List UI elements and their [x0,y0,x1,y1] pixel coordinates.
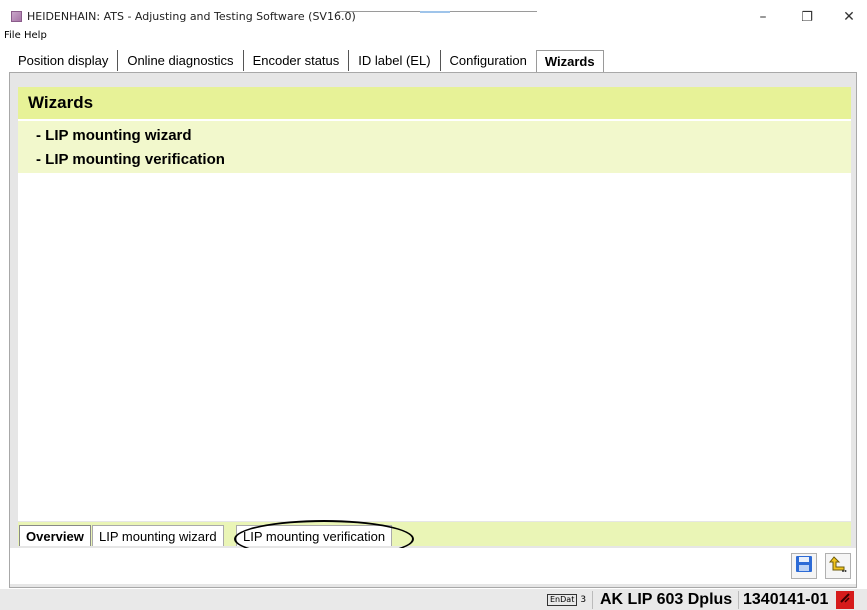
id-number: 1340141-01 [743,590,829,608]
close-button[interactable]: ✕ [829,4,867,30]
status-indicator-icon [838,591,852,610]
save-button[interactable] [791,553,817,579]
status-divider [592,591,593,609]
encoder-name: AK LIP 603 Dplus [600,590,733,608]
title-highlight [420,11,450,13]
tab-configuration[interactable]: Configuration [441,50,536,71]
lip-mounting-verification-link[interactable]: - LIP mounting verification [36,151,225,168]
connection-status-indicator [836,591,854,609]
main-tab-bar: Position display Online diagnostics Enco… [9,50,604,72]
status-bar [0,589,867,610]
tab-online-diagnostics[interactable]: Online diagnostics [118,50,244,71]
menu-help[interactable]: Help [24,30,47,41]
tab-wizards[interactable]: Wizards [535,50,604,72]
tab-overview[interactable]: Overview [19,525,91,546]
close-icon: ✕ [843,9,855,25]
tab-encoder-status[interactable]: Encoder status [244,50,350,71]
tab-lip-mounting-verification[interactable]: LIP mounting verification [236,525,393,546]
wizard-list: - LIP mounting wizard - LIP mounting ver… [18,121,851,173]
back-button[interactable] [825,553,851,579]
tab-lip-mounting-wizard[interactable]: LIP mounting wizard [92,525,224,546]
wizards-content: Wizards - LIP mounting wizard - LIP moun… [18,87,851,521]
title-bar: HEIDENHAIN: ATS - Adjusting and Testing … [0,0,867,30]
endat-version: 3 [580,595,587,605]
endat-logo: EnDat 3 [547,592,586,608]
wizards-heading: Wizards [18,87,851,119]
tab-position-display[interactable]: Position display [9,50,119,71]
bottom-toolbar [10,548,856,584]
restore-button[interactable]: ❐ [787,4,827,30]
window-title: HEIDENHAIN: ATS - Adjusting and Testing … [27,10,356,23]
app-icon [11,11,22,22]
lip-mounting-wizard-link[interactable]: - LIP mounting wizard [36,127,192,144]
tab-id-label[interactable]: ID label (EL) [349,50,441,71]
back-icon [828,554,848,579]
endat-logo-text: EnDat [547,594,578,606]
status-divider [738,591,739,609]
save-icon [795,555,813,578]
menu-file[interactable]: File [4,30,21,41]
menu-bar: File Help [0,30,867,44]
restore-icon: ❐ [801,9,813,25]
minimize-button[interactable]: – [743,4,783,30]
minimize-icon: – [759,9,767,25]
